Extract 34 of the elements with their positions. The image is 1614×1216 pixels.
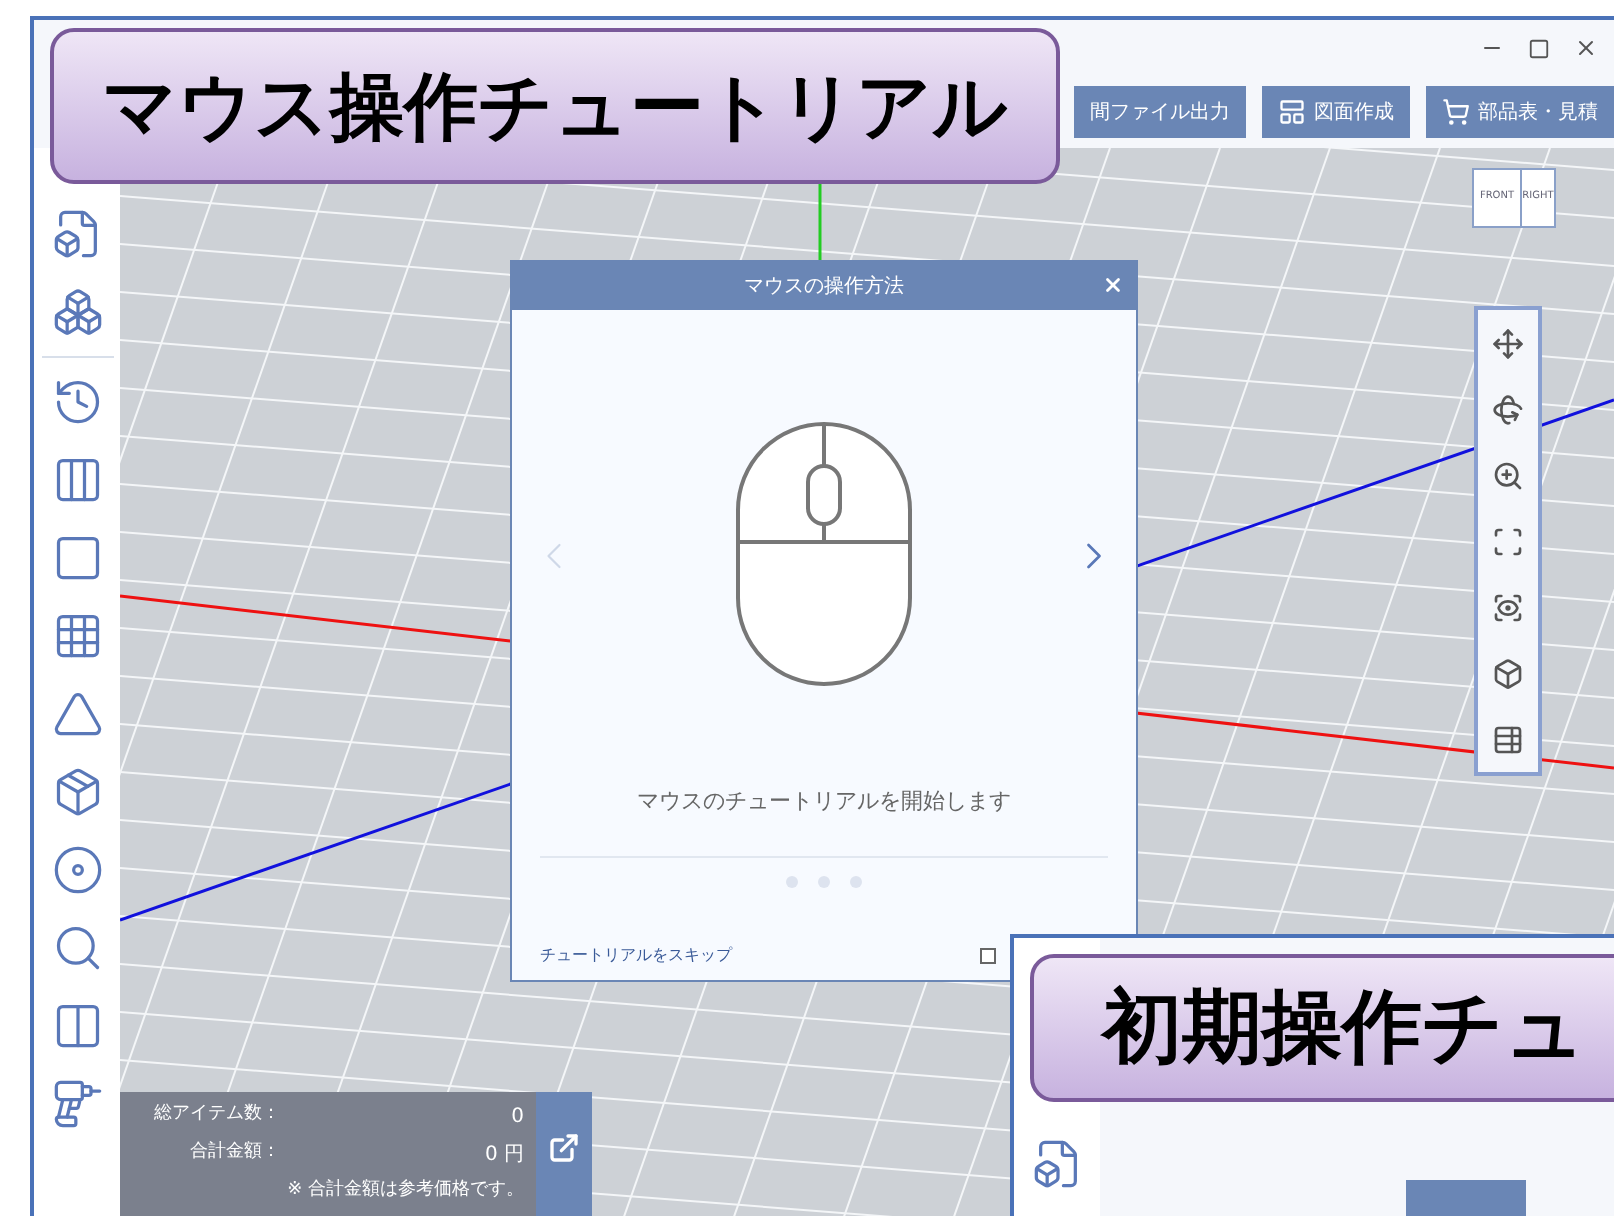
toolbar-button[interactable]: 間ファイル出力 <box>1074 86 1246 138</box>
eye-frame-icon[interactable] <box>1492 591 1524 623</box>
summary-value: 0 円 <box>482 1142 524 1171</box>
box-part-icon[interactable] <box>51 766 103 818</box>
move-icon[interactable] <box>1492 327 1524 359</box>
toolbar-button[interactable]: 図面作成 <box>1262 86 1410 138</box>
title-overlay-label: マウス操作チュートリアル <box>50 28 1060 184</box>
export-button[interactable] <box>536 1092 592 1216</box>
boxes-icon[interactable] <box>51 286 103 338</box>
drill-icon[interactable] <box>51 1078 103 1130</box>
checkbox[interactable] <box>980 948 996 964</box>
title-overlay-label: 初期操作チュ <box>1030 954 1614 1102</box>
dialog-title: マウスの操作方法 <box>744 273 904 301</box>
summary-label: 総アイテム数： <box>152 1102 280 1129</box>
zoom-icon[interactable] <box>1492 459 1524 491</box>
cart-icon <box>1442 98 1470 126</box>
dialog-message: マウスのチュートリアルを開始します <box>637 786 1011 818</box>
summary-note: ※ 合計金額は参考価格です。 <box>285 1178 524 1205</box>
search-icon[interactable] <box>51 922 103 974</box>
close-icon[interactable] <box>1102 274 1124 296</box>
file-cube-icon[interactable] <box>51 208 103 260</box>
file-cube-icon[interactable] <box>1031 1138 1083 1190</box>
export-icon <box>548 1132 580 1164</box>
toolbar-button[interactable]: 部品表・見積 <box>1426 86 1614 138</box>
history-icon[interactable] <box>51 376 103 428</box>
summary-value: 0 <box>509 1104 524 1133</box>
close-icon[interactable] <box>1574 36 1598 60</box>
maximize-icon[interactable] <box>1528 37 1550 59</box>
summary-label: 合計金額： <box>188 1140 280 1167</box>
drawing-icon <box>1278 98 1306 126</box>
cube-icon[interactable] <box>1492 657 1524 689</box>
focus-frame-icon[interactable] <box>1492 525 1524 557</box>
rotate-icon[interactable] <box>1492 393 1524 425</box>
skip-tutorial-link[interactable]: チュートリアルをスキップ <box>540 944 732 968</box>
